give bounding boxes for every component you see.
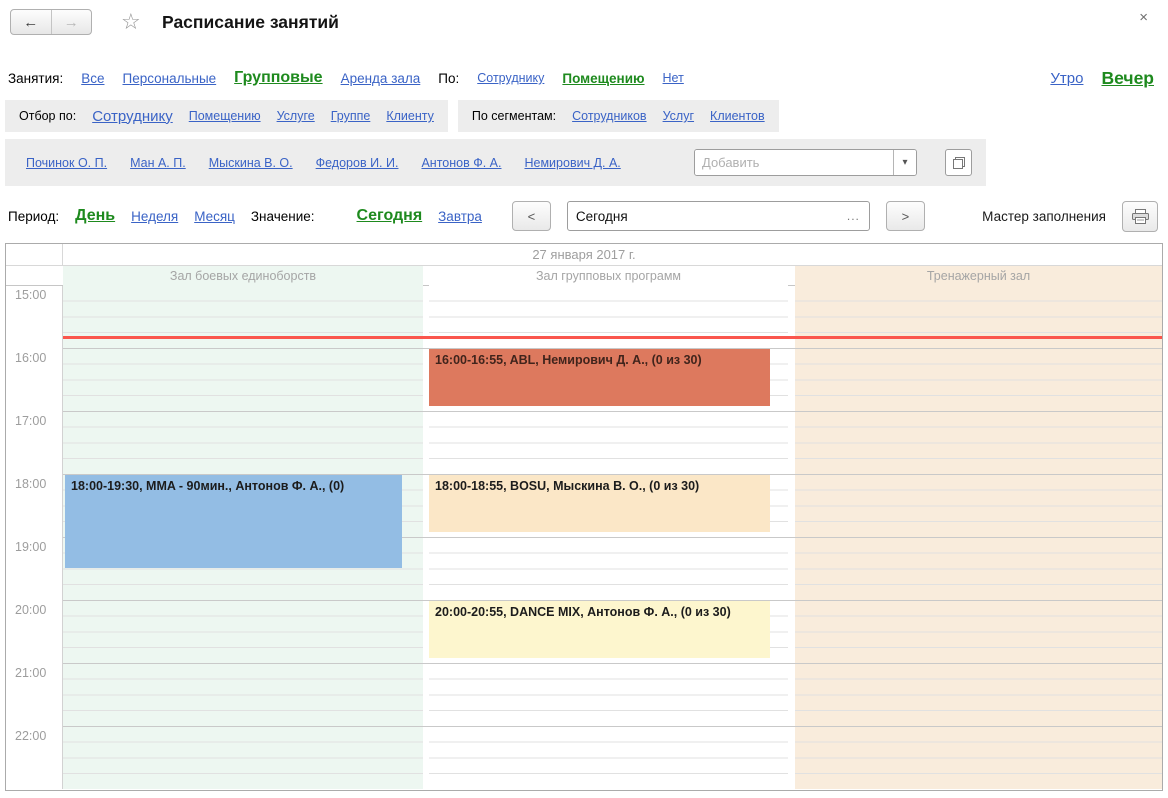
add-employee-combo: ▾ (694, 149, 917, 176)
filter-by-panel: Отбор по: Сотруднику Помещению Услуге Гр… (5, 100, 448, 132)
schedule-column-gym[interactable] (795, 286, 1162, 789)
back-arrow-icon[interactable]: ← (11, 10, 52, 34)
schedule-calendar: 27 января 2017 г. Зал боевых единоборств… (5, 243, 1163, 791)
print-button[interactable] (1122, 201, 1158, 232)
open-picker-icon (953, 157, 965, 169)
next-day-button[interactable]: > (886, 201, 925, 231)
filter-by-room-link[interactable]: Помещению (189, 109, 261, 123)
date-picker-ellipsis[interactable]: ... (842, 209, 865, 223)
segments-panel: По сегментам: Сотрудников Услуг Клиентов (458, 100, 779, 132)
segment-services-link[interactable]: Услуг (663, 109, 694, 123)
filter-group-link[interactable]: Групповые (234, 69, 322, 87)
calendar-header-row: Зал боевых единоборств Зал групповых про… (6, 266, 1162, 286)
time-label: 22:00 (15, 729, 46, 743)
period-row: Период: День Неделя Месяц Значение: Сего… (8, 199, 1158, 233)
employees-panel: Починок О. П. Ман А. П. Мыскина В. О. Фе… (5, 139, 986, 186)
filter-all-link[interactable]: Все (81, 71, 104, 86)
current-time-line (63, 336, 1162, 339)
chevron-down-icon[interactable]: ▾ (893, 150, 916, 175)
selection-row: Отбор по: Сотруднику Помещению Услуге Гр… (5, 100, 1163, 132)
employee-link[interactable]: Починок О. П. (26, 156, 107, 170)
employee-link[interactable]: Ман А. П. (130, 156, 186, 170)
period-month-link[interactable]: Месяц (194, 209, 235, 224)
employee-link[interactable]: Немирович Д. А. (524, 156, 620, 170)
time-label: 19:00 (15, 540, 46, 554)
by-employee-link[interactable]: Сотруднику (477, 71, 544, 85)
favorite-star-icon[interactable]: ☆ (121, 9, 141, 35)
by-label: По: (438, 71, 459, 86)
time-label: 21:00 (15, 666, 46, 680)
event-block-mma[interactable]: 18:00-19:30, MMA - 90мин., Антонов Ф. А.… (65, 475, 402, 568)
event-block-bosu[interactable]: 18:00-18:55, BOSU, Мыскина В. О., (0 из … (429, 475, 770, 532)
filter-by-service-link[interactable]: Услуге (277, 109, 315, 123)
date-value-box[interactable]: Сегодня ... (567, 201, 870, 231)
column-header-group-hall: Зал групповых программ (429, 266, 788, 286)
forward-arrow-icon[interactable]: → (52, 10, 92, 34)
time-gutter: 15:00 16:00 17:00 18:00 19:00 20:00 21:0… (6, 286, 63, 789)
calendar-date-title: 27 января 2017 г. (532, 247, 635, 262)
add-employee-input[interactable] (695, 150, 893, 175)
lessons-label: Занятия: (8, 71, 63, 86)
event-block-abl[interactable]: 16:00-16:55, ABL, Немирович Д. А., (0 из… (429, 349, 770, 406)
column-header-gym: Тренажерный зал (795, 266, 1162, 286)
filter-personal-link[interactable]: Персональные (122, 71, 216, 86)
printer-icon (1132, 209, 1149, 224)
value-label: Значение: (251, 209, 315, 224)
filter-by-employee-link[interactable]: Сотруднику (92, 108, 173, 125)
filter-by-group-link[interactable]: Группе (331, 109, 371, 123)
calendar-body: 15:00 16:00 17:00 18:00 19:00 20:00 21:0… (6, 286, 1162, 789)
prev-day-button[interactable]: < (512, 201, 551, 231)
employee-link[interactable]: Федоров И. И. (316, 156, 399, 170)
time-label: 20:00 (15, 603, 46, 617)
lessons-filter-row: Занятия: Все Персональные Групповые Арен… (8, 64, 1154, 92)
date-value: Сегодня (576, 209, 842, 224)
event-block-dance-mix[interactable]: 20:00-20:55, DANCE MIX, Антонов Ф. А., (… (429, 601, 770, 658)
segment-clients-link[interactable]: Клиентов (710, 109, 765, 123)
by-room-link[interactable]: Помещению (562, 71, 644, 86)
employee-link[interactable]: Антонов Ф. А. (421, 156, 501, 170)
fill-master-button[interactable]: Мастер заполнения (982, 209, 1106, 224)
divider (62, 244, 63, 265)
period-week-link[interactable]: Неделя (131, 209, 178, 224)
filter-rent-link[interactable]: Аренда зала (341, 71, 421, 86)
time-label: 16:00 (15, 351, 46, 365)
period-label: Период: (8, 209, 59, 224)
evening-link[interactable]: Вечер (1101, 68, 1154, 89)
segments-label: По сегментам: (472, 109, 556, 123)
by-none-link[interactable]: Нет (663, 71, 684, 85)
filter-by-client-link[interactable]: Клиенту (386, 109, 434, 123)
preset-today-link[interactable]: Сегодня (357, 207, 423, 225)
history-nav: ← → (10, 9, 92, 35)
calendar-date-row: 27 января 2017 г. (6, 244, 1162, 266)
time-label: 17:00 (15, 414, 46, 428)
filter-by-label: Отбор по: (19, 109, 76, 123)
close-icon[interactable]: × (1139, 9, 1148, 26)
page-title: Расписание занятий (162, 12, 339, 33)
morning-link[interactable]: Утро (1050, 70, 1083, 87)
time-label: 18:00 (15, 477, 46, 491)
time-label: 15:00 (15, 288, 46, 302)
segment-employees-link[interactable]: Сотрудников (572, 109, 646, 123)
period-day-link[interactable]: День (75, 207, 115, 225)
column-header-martial-hall: Зал боевых единоборств (63, 266, 423, 286)
preset-tomorrow-link[interactable]: Завтра (438, 209, 482, 224)
employee-link[interactable]: Мыскина В. О. (209, 156, 293, 170)
open-picker-button[interactable] (945, 149, 972, 176)
